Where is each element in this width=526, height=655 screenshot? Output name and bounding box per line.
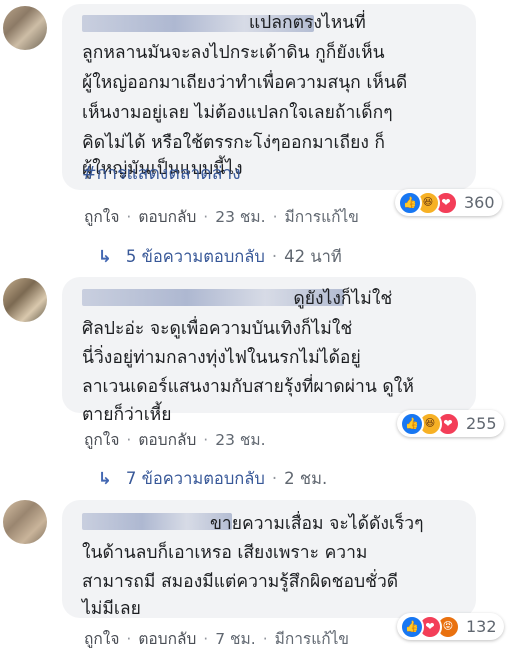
comment-line: ในด้านลบก็เอาเหรอ เสียงเพราะ ความ bbox=[82, 543, 368, 563]
comment-line: นี่วิ่งอยู่ท่ามกลางทุ่งไฟในนรกไม่ได้อยู่ bbox=[82, 348, 361, 368]
edited-label[interactable]: มีการแก้ไข bbox=[285, 204, 359, 229]
comment-actions: ถูกใจ · ตอบกลับ · 23 ชม. bbox=[84, 427, 266, 452]
reply-link[interactable]: ตอบกลับ bbox=[138, 204, 196, 229]
comment-line: ขายความเสื่อม จะได้ดังเร็วๆ bbox=[82, 514, 424, 534]
view-replies[interactable]: ↳ 5 ข้อความตอบกลับ · 42 นาที bbox=[98, 244, 342, 270]
like-link[interactable]: ถูกใจ bbox=[84, 204, 119, 229]
comment-actions: ถูกใจ · ตอบกลับ · 7 ชม. · มีการแก้ไข bbox=[84, 626, 349, 651]
comment-line: ไม่มีเลย bbox=[82, 599, 141, 619]
reply-link[interactable]: ตอบกลับ bbox=[138, 427, 196, 452]
avatar[interactable] bbox=[3, 6, 47, 50]
thumbs-up-icon: 👍 bbox=[398, 190, 422, 215]
hashtag-link[interactable]: #การแสดงตลาดล่าง bbox=[82, 159, 241, 189]
comment-line: ศิลปะอ่ะ จะดูเพื่อความบันเทิงก็ไม่ใช่ bbox=[82, 319, 353, 339]
comment-line: สามารถมี สมองมีแต่ความรู้สึกผิดชอบชั่วดี bbox=[82, 572, 399, 592]
replies-time: 2 ชม. bbox=[284, 469, 328, 488]
comment-line: แปลกตรงไหนที่ bbox=[82, 13, 366, 33]
reply-arrow-icon: ↳ bbox=[98, 469, 112, 488]
reaction-count: 255 bbox=[466, 414, 497, 433]
comment-line: เห็นงามอยู่เลย ไม่ต้องแปลกใจเลยถ้าเด็กๆ bbox=[82, 103, 393, 123]
replies-count[interactable]: 5 ข้อความตอบกลับ bbox=[126, 247, 265, 266]
comment-line: ผู้ใหญ่ออกมาเถียงว่าทำเพื่อความสนุก เห็น… bbox=[82, 73, 408, 93]
reply-arrow-icon: ↳ bbox=[98, 247, 112, 266]
replies-count[interactable]: 7 ข้อความตอบกลับ bbox=[126, 469, 265, 488]
comment-bubble: ดูยังไงก็ไม่ใช่ ศิลปะอ่ะ จะดูเพื่อความบั… bbox=[62, 277, 476, 425]
timestamp[interactable]: 23 ชม. bbox=[215, 427, 265, 452]
reaction-count: 132 bbox=[466, 617, 497, 636]
view-replies[interactable]: ↳ 7 ข้อความตอบกลับ · 2 ชม. bbox=[98, 466, 327, 492]
avatar[interactable] bbox=[3, 500, 47, 544]
timestamp[interactable]: 23 ชม. bbox=[215, 204, 265, 229]
thumbs-up-icon: 👍 bbox=[400, 411, 424, 436]
reactions-summary[interactable]: 👍 ❤ 😡 132 bbox=[397, 613, 504, 640]
comment-bubble: ขายความเสื่อม จะได้ดังเร็วๆ ในด้านลบก็เอ… bbox=[62, 500, 476, 619]
timestamp[interactable]: 7 ชม. bbox=[215, 626, 255, 651]
reactions-summary[interactable]: 👍 😆 ❤ 360 bbox=[395, 189, 502, 216]
like-link[interactable]: ถูกใจ bbox=[84, 427, 119, 452]
avatar[interactable] bbox=[3, 278, 47, 322]
reply-link[interactable]: ตอบกลับ bbox=[138, 626, 196, 651]
comment-line: ตายก็ว่าเหี้ย bbox=[82, 405, 172, 425]
comment-line: ลูกหลานมันจะลงไปกระเด้าดิน กูก็ยังเห็น bbox=[82, 43, 385, 63]
comment-actions: ถูกใจ · ตอบกลับ · 23 ชม. · มีการแก้ไข bbox=[84, 204, 359, 229]
thumbs-up-icon: 👍 bbox=[400, 614, 424, 639]
edited-label[interactable]: มีการแก้ไข bbox=[275, 626, 349, 651]
comment-line: ลาเวนเดอร์แสนงามกับสายรุ้งที่ผาดผ่าน ดูใ… bbox=[82, 377, 414, 397]
replies-time: 42 นาที bbox=[284, 247, 342, 266]
like-link[interactable]: ถูกใจ bbox=[84, 626, 119, 651]
comment-line: ดูยังไงก็ไม่ใช่ bbox=[82, 289, 393, 309]
reactions-summary[interactable]: 👍 😆 ❤ 255 bbox=[397, 410, 504, 437]
reaction-count: 360 bbox=[464, 193, 495, 212]
